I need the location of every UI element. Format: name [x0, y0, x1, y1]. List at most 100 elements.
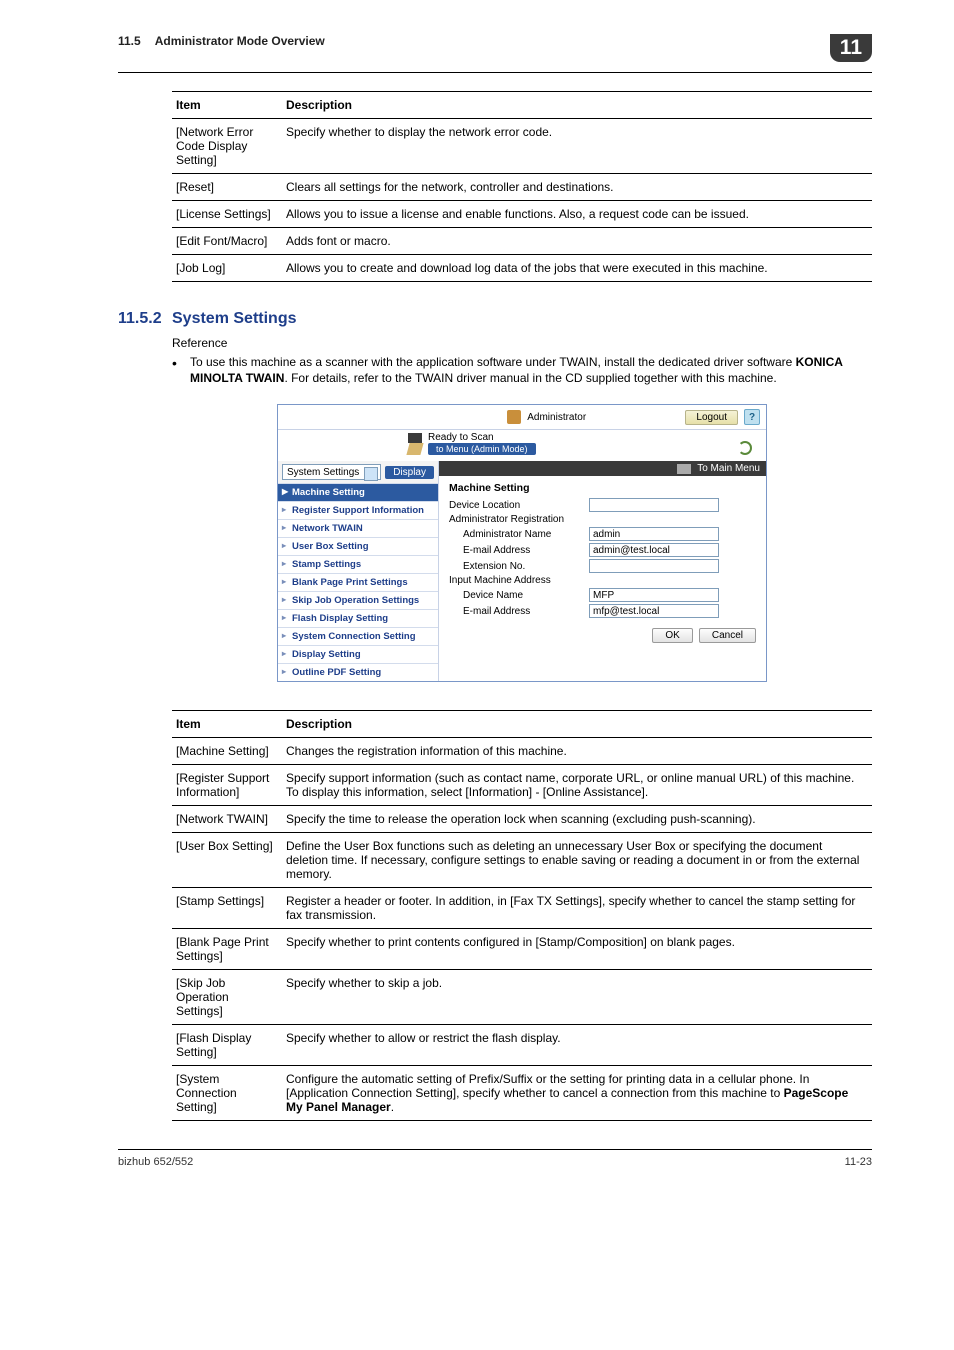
form-row: Administrator Nameadmin [449, 527, 756, 541]
form-label: Input Machine Address [449, 575, 589, 586]
sidebar-item[interactable]: Skip Job Operation Settings [278, 591, 438, 609]
footer-left: bizhub 652/552 [118, 1156, 193, 1168]
table-row: [Blank Page Print Settings]Specify wheth… [172, 929, 872, 970]
table-cell-item: [Reset] [172, 174, 282, 201]
form-label: Extension No. [449, 561, 589, 572]
table-cell-desc: Specify whether to print contents config… [282, 929, 872, 970]
table-cell-desc: Register a header or footer. In addition… [282, 888, 872, 929]
table-cell-desc: Allows you to issue a license and enable… [282, 201, 872, 228]
table-cell-desc: Define the User Box functions such as de… [282, 833, 872, 888]
form-title: Machine Setting [449, 482, 756, 494]
table1-header-desc: Description [282, 92, 872, 119]
bullet-dot-icon [172, 354, 190, 386]
table-cell-desc: Specify the time to release the operatio… [282, 806, 872, 833]
subheading-number: 11.5.2 [118, 310, 172, 328]
table-cell-item: [Network TWAIN] [172, 806, 282, 833]
subheading: 11.5.2 System Settings [118, 310, 872, 328]
form-input[interactable]: admin@test.local [589, 543, 719, 557]
sidebar-item[interactable]: Network TWAIN [278, 519, 438, 537]
form-row: E-mail Addressmfp@test.local [449, 604, 756, 618]
table-cell-item: [License Settings] [172, 201, 282, 228]
form-label: Administrator Registration [449, 514, 589, 525]
table-cell-item: [Job Log] [172, 255, 282, 282]
form-input[interactable]: MFP [589, 588, 719, 602]
cancel-button[interactable]: Cancel [699, 628, 756, 643]
table-row: [User Box Setting]Define the User Box fu… [172, 833, 872, 888]
table-row: [Network Error Code Display Setting]Spec… [172, 119, 872, 174]
table-cell-desc: Adds font or macro. [282, 228, 872, 255]
table-cell-item: [Blank Page Print Settings] [172, 929, 282, 970]
form-label: E-mail Address [449, 606, 589, 617]
reference-text-pre: To use this machine as a scanner with th… [190, 355, 796, 369]
settings-dropdown[interactable]: System Settings [282, 464, 381, 480]
table-row: [Reset]Clears all settings for the netwo… [172, 174, 872, 201]
status-ready: Ready to Scan [408, 432, 760, 443]
reference-label: Reference [172, 336, 872, 350]
sidebar-item[interactable]: Display Setting [278, 645, 438, 663]
form-label: E-mail Address [449, 545, 589, 556]
table-cell-item: [Skip Job Operation Settings] [172, 970, 282, 1025]
table-cell-item: [Flash Display Setting] [172, 1025, 282, 1066]
sidebar-item[interactable]: Machine Setting [278, 483, 438, 501]
table-cell-desc: Configure the automatic setting of Prefi… [282, 1066, 872, 1121]
table1-header-item: Item [172, 92, 282, 119]
table-row: [Network TWAIN]Specify the time to relea… [172, 806, 872, 833]
form-row: Administrator Registration [449, 514, 756, 525]
table-cell-item: [Machine Setting] [172, 738, 282, 765]
administrator-icon [507, 410, 521, 424]
sidebar-item[interactable]: User Box Setting [278, 537, 438, 555]
dropdown-value: System Settings [287, 467, 359, 478]
status-menu[interactable]: to Menu (Admin Mode) [408, 443, 760, 455]
form-input[interactable] [589, 498, 719, 512]
form-label: Device Name [449, 590, 589, 601]
table-row: [Stamp Settings]Register a header or foo… [172, 888, 872, 929]
table2-header-item: Item [172, 711, 282, 738]
display-button[interactable]: Display [385, 466, 434, 479]
table-cell-desc: Specify whether to allow or restrict the… [282, 1025, 872, 1066]
help-icon[interactable]: ? [744, 409, 760, 425]
ok-button[interactable]: OK [652, 628, 692, 643]
admin-label: Administrator [507, 410, 586, 424]
table-row: [Machine Setting]Changes the registratio… [172, 738, 872, 765]
form-row: E-mail Addressadmin@test.local [449, 543, 756, 557]
sidebar-item[interactable]: Outline PDF Setting [278, 663, 438, 681]
settings-table-2: Item Description [Machine Setting]Change… [172, 710, 872, 1121]
form-input[interactable]: mfp@test.local [589, 604, 719, 618]
form-row: Device NameMFP [449, 588, 756, 602]
sidebar-item[interactable]: Register Support Information [278, 501, 438, 519]
table-cell-item: [Network Error Code Display Setting] [172, 119, 282, 174]
chapter-badge: 11 [830, 34, 872, 62]
form-label: Administrator Name [449, 529, 589, 540]
reference-text: To use this machine as a scanner with th… [190, 354, 872, 386]
header-rule [118, 72, 872, 73]
status-ready-text: Ready to Scan [428, 432, 494, 443]
form-label: Device Location [449, 500, 589, 511]
sidebar-item[interactable]: Stamp Settings [278, 555, 438, 573]
sidebar-item[interactable]: Flash Display Setting [278, 609, 438, 627]
table-cell-desc: Clears all settings for the network, con… [282, 174, 872, 201]
reference-text-post: . For details, refer to the TWAIN driver… [284, 371, 776, 385]
footer-right: 11-23 [845, 1156, 872, 1168]
form-row: Input Machine Address [449, 575, 756, 586]
page-footer: bizhub 652/552 11-23 [118, 1149, 872, 1168]
settings-table-1: Item Description [Network Error Code Dis… [172, 91, 872, 282]
form-row: Extension No. [449, 559, 756, 573]
main-menu-bar[interactable]: To Main Menu [439, 461, 766, 476]
form-input[interactable] [589, 559, 719, 573]
sidebar-item[interactable]: System Connection Setting [278, 627, 438, 645]
running-header: 11.5Administrator Mode Overview [118, 34, 325, 48]
form-row: Device Location [449, 498, 756, 512]
sidebar-item[interactable]: Blank Page Print Settings [278, 573, 438, 591]
table-row: [Edit Font/Macro]Adds font or macro. [172, 228, 872, 255]
table-cell-desc: Specify support information (such as con… [282, 765, 872, 806]
logout-button[interactable]: Logout [685, 410, 738, 425]
subheading-title: System Settings [172, 310, 296, 328]
table-cell-desc: Specify whether to skip a job. [282, 970, 872, 1025]
table-row: [System Connection Setting]Configure the… [172, 1066, 872, 1121]
form-input[interactable]: admin [589, 527, 719, 541]
table-cell-desc: Specify whether to display the network e… [282, 119, 872, 174]
reference-bullet: To use this machine as a scanner with th… [172, 354, 872, 386]
table-cell-item: [Register Support Information] [172, 765, 282, 806]
table-cell-item: [Stamp Settings] [172, 888, 282, 929]
side-nav: Machine SettingRegister Support Informat… [278, 483, 438, 681]
